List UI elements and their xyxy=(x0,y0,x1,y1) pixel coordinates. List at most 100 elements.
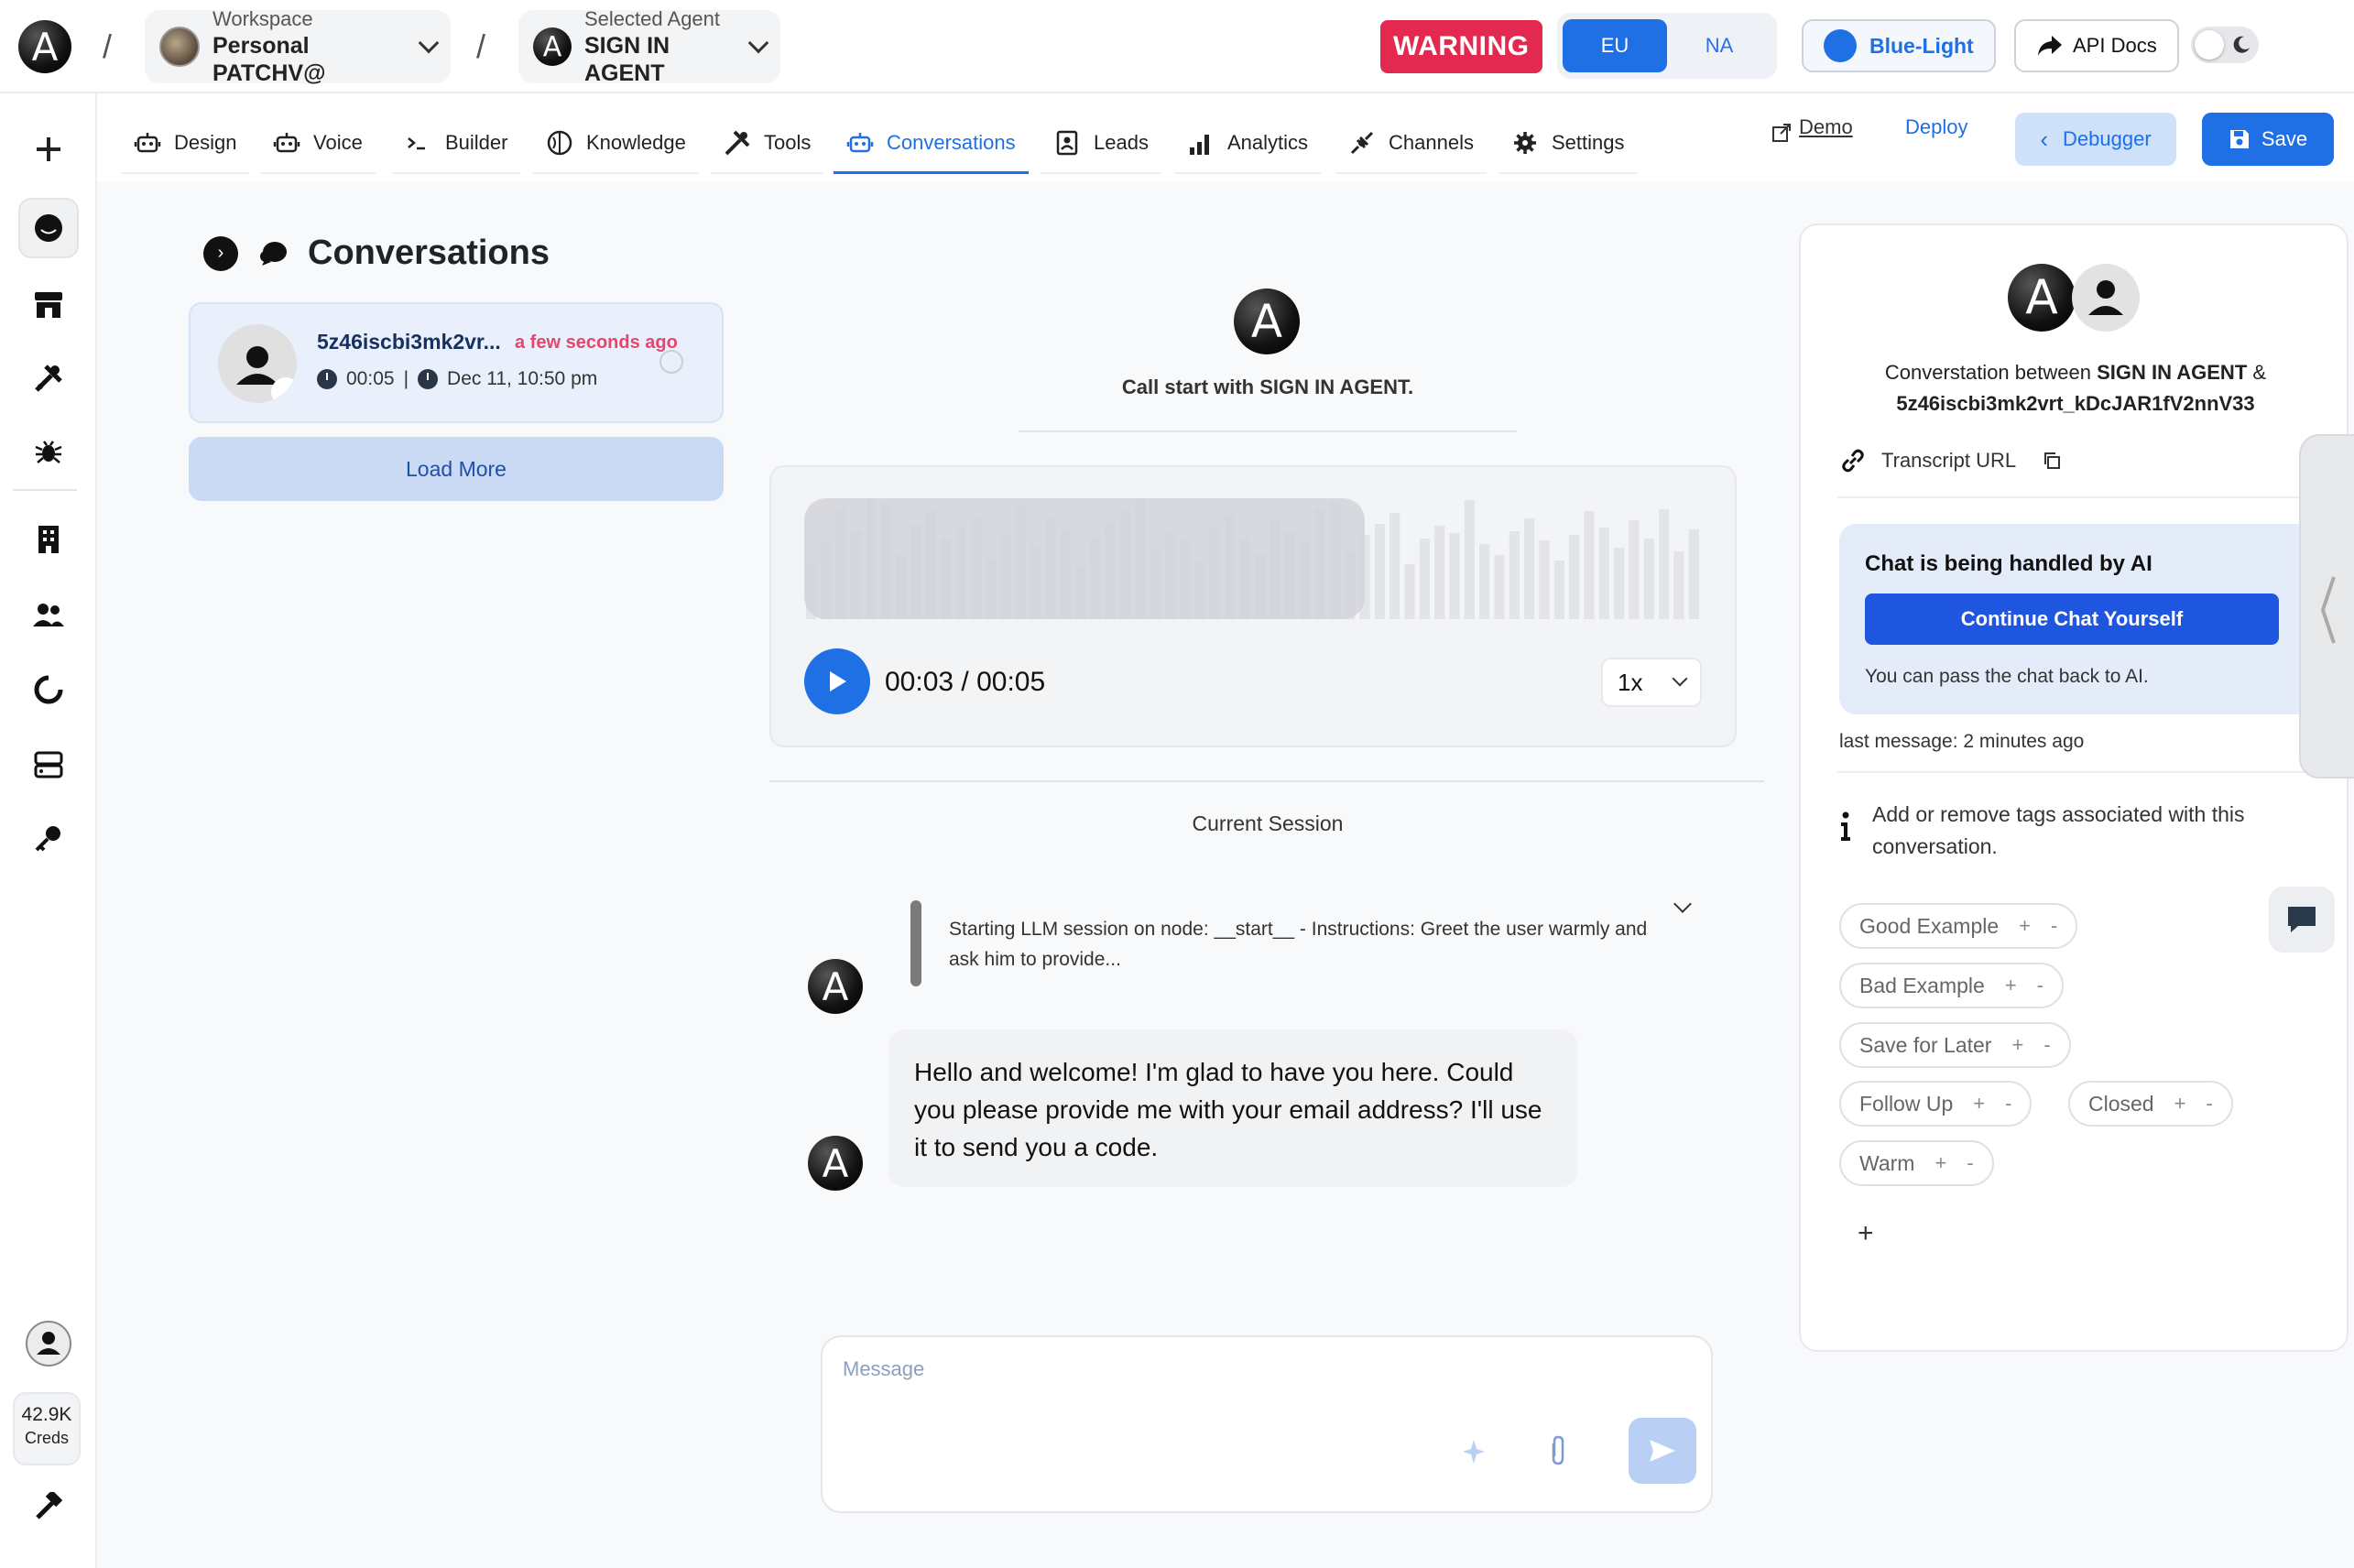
tag-chip: Closed + - xyxy=(2068,1081,2233,1127)
agent-name: SIGN IN AGENT xyxy=(584,33,670,86)
waveform-bar xyxy=(1494,555,1505,619)
tab-label: Builder xyxy=(445,131,508,154)
tag-remove-button[interactable]: - xyxy=(2043,1033,2050,1057)
sparkle-icon[interactable] xyxy=(1460,1436,1488,1467)
link-icon xyxy=(1842,449,1864,473)
chevron-left-icon: ‹ xyxy=(2040,125,2049,153)
tab-settings[interactable]: Settings xyxy=(1498,114,1638,174)
save-button[interactable]: Save xyxy=(2202,113,2334,166)
tag-remove-button[interactable]: - xyxy=(2051,914,2057,938)
chat-widget-button[interactable] xyxy=(2269,887,2335,953)
agent-selector[interactable]: A Selected Agent SIGN IN AGENT xyxy=(518,7,780,86)
user-icon[interactable] xyxy=(18,1313,79,1374)
tag-remove-button[interactable]: - xyxy=(2005,1092,2011,1116)
hammer-icon[interactable] xyxy=(18,1476,79,1537)
continue-chat-button[interactable]: Continue Chat Yourself xyxy=(1865,593,2279,645)
tab-channels[interactable]: Channels xyxy=(1335,114,1487,174)
tags-info: Add or remove tags associated with this … xyxy=(1839,799,2316,863)
workspace-avatar xyxy=(159,27,200,67)
theme-button[interactable]: Blue-Light xyxy=(1802,19,1996,72)
chat-bubble-icon xyxy=(2288,907,2316,932)
add-tag-button[interactable]: + xyxy=(1858,1218,1874,1249)
add-icon[interactable] xyxy=(18,119,79,180)
conversation-time-ago: a few seconds ago xyxy=(515,332,678,353)
bug-icon[interactable] xyxy=(18,421,79,482)
app-logo[interactable]: A xyxy=(18,20,71,73)
tag-add-button[interactable]: + xyxy=(1973,1092,1985,1116)
tag-remove-button[interactable]: - xyxy=(2206,1092,2212,1116)
dark-mode-toggle[interactable] xyxy=(2191,27,2259,63)
loader-icon[interactable] xyxy=(18,659,79,720)
key-icon[interactable] xyxy=(18,808,79,868)
collapse-arrow-icon[interactable]: › xyxy=(203,235,238,271)
store-icon[interactable] xyxy=(18,275,79,335)
paperclip-icon[interactable] xyxy=(1546,1434,1568,1467)
divider xyxy=(1837,496,2332,498)
credits-badge[interactable]: 42.9K Creds xyxy=(13,1392,81,1465)
tab-tools[interactable]: Tools xyxy=(711,114,824,174)
tag-label: Good Example xyxy=(1859,913,2000,938)
demo-link[interactable]: Demo xyxy=(1799,115,1853,139)
conversation-id: 5z46iscbi3mk2vr... xyxy=(317,330,501,354)
chevron-down-icon xyxy=(747,32,769,54)
tab-knowledge[interactable]: Knowledge xyxy=(533,114,699,174)
region-na-button[interactable]: NA xyxy=(1667,19,1771,72)
tab-leads[interactable]: Leads xyxy=(1041,114,1161,174)
api-docs-button[interactable]: API Docs xyxy=(2014,19,2179,72)
tag-add-button[interactable]: + xyxy=(2019,914,2031,938)
send-icon xyxy=(1650,1440,1675,1462)
tag-add-button[interactable]: + xyxy=(2011,1033,2023,1057)
chevron-left-icon xyxy=(2320,576,2336,644)
tag-label: Closed xyxy=(2088,1091,2154,1116)
building-icon[interactable] xyxy=(18,509,79,570)
server-icon[interactable] xyxy=(18,735,79,795)
tab-label: Leads xyxy=(1094,131,1149,154)
waveform-bar xyxy=(1390,513,1400,619)
tab-voice[interactable]: Voice xyxy=(260,114,376,174)
agent-avatar: A xyxy=(808,1136,863,1191)
participant-agent: SIGN IN AGENT xyxy=(2097,361,2248,384)
playback-speed-select[interactable]: 1x xyxy=(1601,658,1702,707)
tag-remove-button[interactable]: - xyxy=(1967,1151,1973,1175)
message-input[interactable] xyxy=(843,1357,1667,1381)
tab-conversations[interactable]: Conversations xyxy=(834,114,1029,174)
tools-icon[interactable] xyxy=(18,348,79,408)
expand-log-chevron[interactable] xyxy=(1673,895,1692,913)
users-icon[interactable] xyxy=(18,584,79,645)
select-radio[interactable] xyxy=(659,350,683,374)
tag-add-button[interactable]: + xyxy=(2005,974,2017,997)
tag-remove-button[interactable]: - xyxy=(2037,974,2043,997)
tab-design[interactable]: Design xyxy=(121,114,250,174)
tag-chip: Follow Up + - xyxy=(1839,1081,2033,1127)
copy-icon[interactable] xyxy=(2042,451,2062,471)
gear-icon xyxy=(1514,132,1536,154)
debugger-button[interactable]: ‹ Debugger xyxy=(2015,113,2176,166)
conversations-header: › Conversations xyxy=(203,234,550,273)
waveform-bar xyxy=(1643,539,1654,619)
tools-icon xyxy=(725,130,750,156)
play-button[interactable] xyxy=(804,648,870,714)
divider xyxy=(1837,771,2332,773)
conversation-date: Dec 11, 10:50 pm xyxy=(447,368,598,389)
tag-add-button[interactable]: + xyxy=(2174,1092,2186,1116)
workspace-selector[interactable]: Workspace Personal PATCHV@ xyxy=(145,7,451,86)
tab-analytics[interactable]: Analytics xyxy=(1174,114,1322,174)
transcript-url-label[interactable]: Transcript URL xyxy=(1881,449,2016,473)
credits-value: 42.9K xyxy=(21,1404,72,1425)
tag-label: Bad Example xyxy=(1859,973,1985,997)
smiley-icon[interactable] xyxy=(18,198,79,258)
waveform-bar xyxy=(1569,535,1580,619)
tab-builder[interactable]: Builder xyxy=(392,114,521,174)
tag-add-button[interactable]: + xyxy=(1934,1151,1946,1175)
participants-avatars: A xyxy=(2008,264,2140,332)
deploy-link[interactable]: Deploy xyxy=(1905,115,1967,139)
load-more-button[interactable]: Load More xyxy=(189,437,724,501)
side-drawer-handle[interactable] xyxy=(2299,434,2354,779)
left-rail: 42.9K Creds xyxy=(0,93,97,1568)
send-button[interactable] xyxy=(1629,1418,1696,1484)
conversation-list-item[interactable]: 5z46iscbi3mk2vr... a few seconds ago 00:… xyxy=(189,302,724,423)
divider xyxy=(769,780,1764,782)
agent-avatar: A xyxy=(2008,264,2076,332)
region-eu-button[interactable]: EU xyxy=(1563,19,1667,72)
tab-label: Voice xyxy=(313,131,363,154)
